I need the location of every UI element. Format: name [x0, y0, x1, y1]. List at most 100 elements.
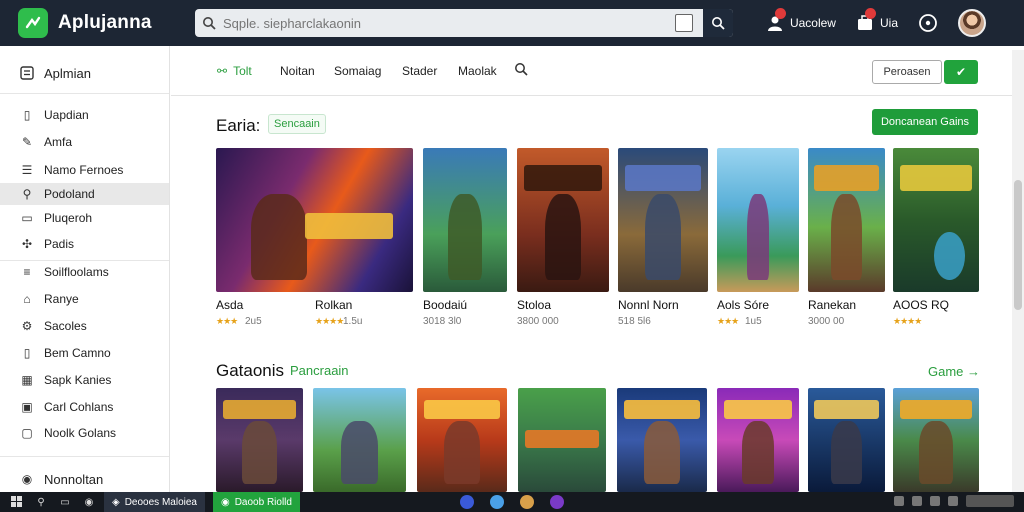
- game-thumbnail: [313, 388, 406, 492]
- tab-stader[interactable]: Stader: [402, 64, 437, 78]
- game-title[interactable]: Aols Sóre: [717, 298, 769, 312]
- window-icon: ▭: [21, 211, 33, 225]
- game-thumbnail: [808, 388, 885, 492]
- search-bar[interactable]: [195, 9, 733, 37]
- sidebar-footer[interactable]: ◉ Nonnoltan: [0, 468, 169, 490]
- tab-maolak[interactable]: Maolak: [458, 64, 497, 78]
- sidebar-item-podoland[interactable]: ⚲ Podoland: [0, 183, 169, 205]
- game-card[interactable]: [216, 388, 303, 492]
- link-icon: ⚯: [217, 64, 228, 78]
- sidebar-header[interactable]: Aplmian: [0, 62, 169, 84]
- section-chip[interactable]: Sencaain: [268, 114, 326, 134]
- search-submit-button[interactable]: [703, 9, 733, 37]
- scrollbar-thumb[interactable]: [1014, 180, 1022, 310]
- page-scrollbar[interactable]: [1012, 50, 1024, 492]
- sidebar-item-soilfloolams[interactable]: ≡ Soilfloolams: [0, 261, 169, 283]
- taskbar-window-label: Deooes Maloiea: [124, 496, 197, 508]
- game-thumbnail: [893, 388, 979, 492]
- tab-noitan[interactable]: Noitan: [280, 64, 315, 78]
- gear-icon: ⚙: [21, 319, 33, 333]
- cart-button[interactable]: Uia: [856, 8, 898, 32]
- sidebar-item-padis[interactable]: ✣ Padis: [0, 233, 169, 255]
- game-card[interactable]: [313, 388, 406, 492]
- tab-label: Tolt: [233, 64, 252, 78]
- sidebar-item-carl-cohlans[interactable]: ▣ Carl Cohlans: [0, 396, 169, 418]
- game-card[interactable]: [617, 388, 707, 492]
- notifications-button[interactable]: Uacolew: [766, 8, 836, 32]
- game-card[interactable]: [717, 388, 799, 492]
- game-card[interactable]: [808, 388, 885, 492]
- game-thumbnail: [518, 388, 606, 492]
- sidebar-item-namo-fernoes[interactable]: ☰ Namo Fernoes: [0, 159, 169, 181]
- sidebar-item-pluqeroh[interactable]: ▭ Pluqeroh: [0, 207, 169, 229]
- os-taskbar: ⚲ ▭ ◉ ◈ Deooes Maloiea ◉ Daoob Riolld: [0, 492, 1024, 512]
- tray-icon[interactable]: [948, 496, 958, 506]
- search-icon: ⚲: [22, 187, 32, 201]
- sidebar-item-sapk-kanies[interactable]: ▦ Sapk Kanies: [0, 369, 169, 391]
- game-card[interactable]: [618, 148, 708, 292]
- game-meta: 3000 00: [808, 316, 845, 327]
- app-logo[interactable]: Aplujanna: [18, 8, 188, 38]
- pinned-app-icon[interactable]: [520, 495, 534, 509]
- game-card[interactable]: [717, 148, 799, 292]
- tab-tolt[interactable]: ⚯ Tolt: [217, 64, 252, 78]
- game-card[interactable]: [423, 148, 507, 292]
- game-title[interactable]: Rolkan: [315, 298, 352, 312]
- game-title[interactable]: Ranekan: [808, 298, 856, 312]
- game-title[interactable]: Boodaiú: [423, 298, 467, 312]
- game-card[interactable]: [808, 148, 885, 292]
- game-card[interactable]: [893, 148, 979, 292]
- sidebar-item-ranye[interactable]: ⌂ Ranye: [0, 288, 169, 310]
- section-subtitle[interactable]: Pancraain: [290, 363, 349, 378]
- sidebar-item-label: Bem Camno: [44, 346, 111, 360]
- image-icon: ▣: [21, 400, 33, 414]
- folder-icon: ▢: [21, 426, 33, 440]
- search-icon[interactable]: ⚲: [34, 495, 48, 509]
- pinned-app-icon[interactable]: [460, 495, 474, 509]
- user-avatar[interactable]: [958, 9, 986, 37]
- game-card[interactable]: [517, 148, 609, 292]
- clock[interactable]: [966, 495, 1014, 507]
- tab-label: Stader: [402, 64, 438, 78]
- sidebar-item-amfa[interactable]: ✎ Amfa: [0, 131, 169, 153]
- game-thumbnail: [808, 148, 885, 292]
- task-view-icon[interactable]: ▭: [58, 495, 72, 509]
- pinned-app-icon[interactable]: [550, 495, 564, 509]
- game-card[interactable]: [893, 388, 979, 492]
- game-meta: 1.5u: [343, 316, 363, 327]
- sidebar-item-label: Padis: [44, 237, 75, 251]
- tab-somaiag[interactable]: Somaiag: [334, 64, 381, 78]
- sidebar-item-bem-camno[interactable]: ▯ Bem Camno: [0, 342, 169, 364]
- taskbar-window-active[interactable]: ◉ Daoob Riolld: [212, 492, 300, 512]
- tray-icon[interactable]: [912, 496, 922, 506]
- outline-button[interactable]: Peroasen: [872, 60, 942, 84]
- sidebar-item-uapdian[interactable]: ▯ Uapdian: [0, 104, 169, 126]
- image-search-icon[interactable]: [675, 14, 693, 32]
- pinned-app-icon[interactable]: [490, 495, 504, 509]
- sidebar-item-noolk-golans[interactable]: ▢ Noolk Golans: [0, 422, 169, 444]
- game-title[interactable]: Stoloa: [517, 298, 551, 312]
- taskbar-window[interactable]: ◈ Deooes Maloiea: [104, 492, 205, 512]
- game-thumbnail: [618, 148, 708, 292]
- game-title[interactable]: Nonnl Norn: [618, 298, 679, 312]
- tab-label: Somaiag: [334, 64, 382, 78]
- help-button[interactable]: [918, 13, 938, 33]
- game-card[interactable]: [417, 388, 507, 492]
- game-title[interactable]: AOOS RQ: [893, 298, 949, 312]
- game-card[interactable]: [216, 148, 413, 292]
- start-icon[interactable]: [10, 495, 24, 509]
- browser-icon[interactable]: ◉: [82, 495, 96, 509]
- search-input[interactable]: [223, 15, 673, 31]
- tray-icon[interactable]: [894, 496, 904, 506]
- sidebar-item-sacoles[interactable]: ⚙ Sacoles: [0, 315, 169, 337]
- section-title: Earia:: [216, 116, 261, 135]
- layers-icon: ≡: [23, 265, 31, 279]
- game-title[interactable]: Asda: [216, 298, 243, 312]
- download-games-button[interactable]: Doncanean Gains: [872, 109, 978, 135]
- nav-search-button[interactable]: [514, 62, 528, 79]
- confirm-button[interactable]: ✔: [944, 60, 978, 84]
- game-card[interactable]: [518, 388, 606, 492]
- tray-icon[interactable]: [930, 496, 940, 506]
- see-more-link[interactable]: Game →: [928, 364, 980, 379]
- game-thumbnail: [717, 388, 799, 492]
